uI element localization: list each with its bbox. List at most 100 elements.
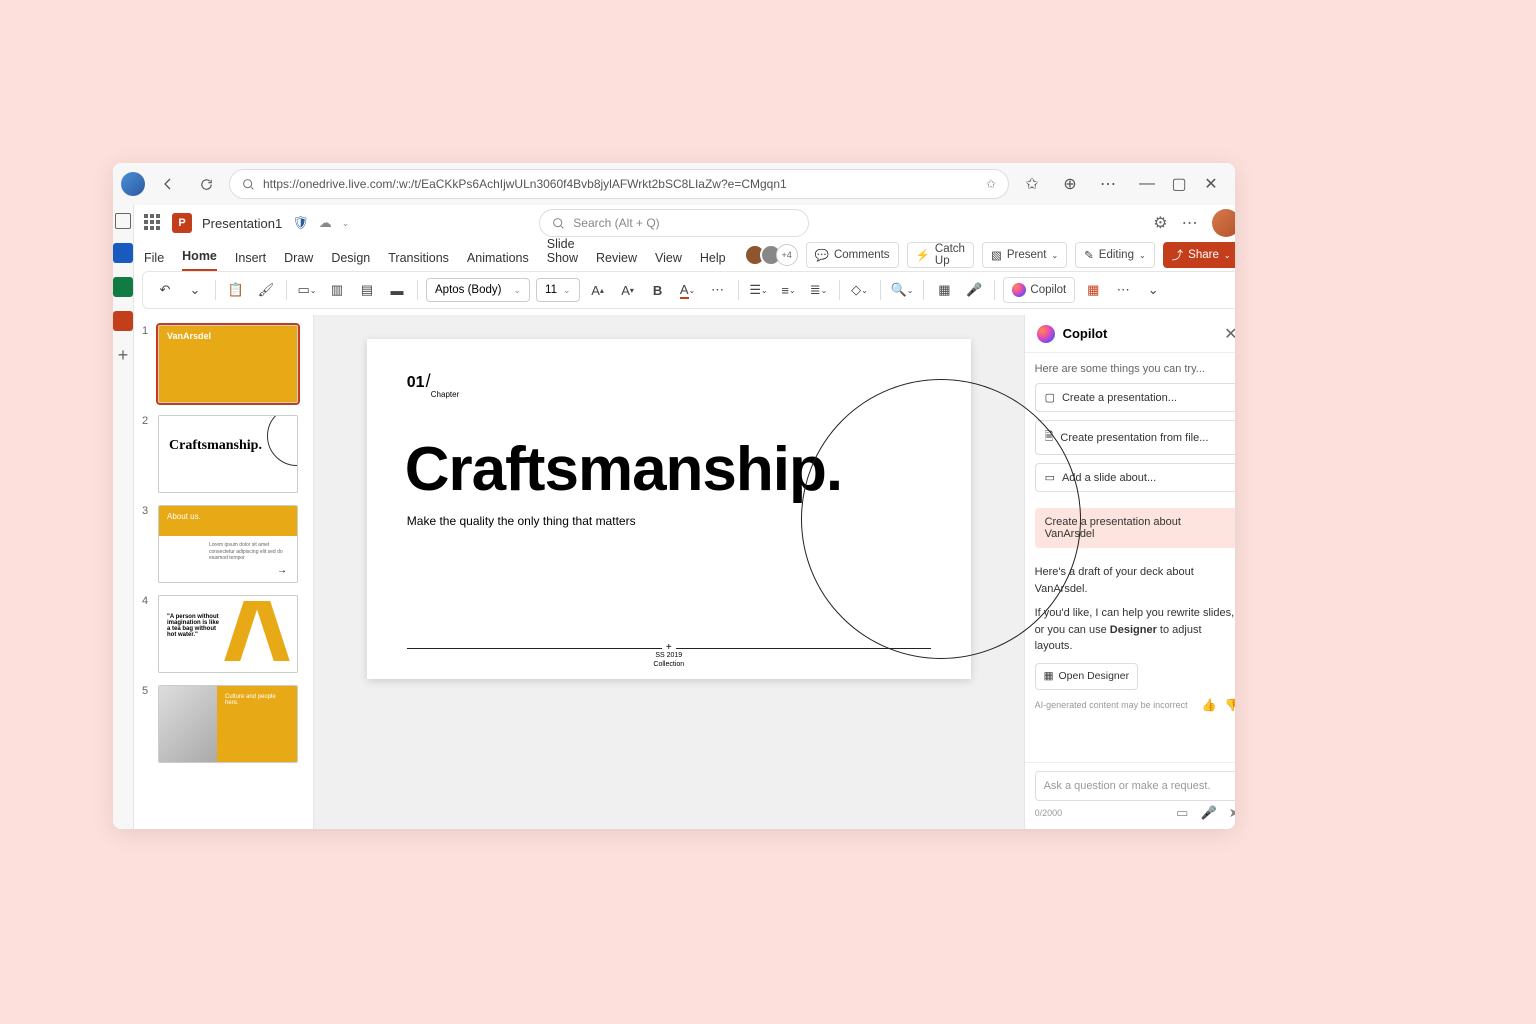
close-button[interactable]: ✕	[1203, 176, 1219, 192]
increase-font-button[interactable]: A▴	[586, 277, 610, 303]
section-button[interactable]: ▬	[385, 277, 409, 303]
copilot-suggestion-from-file[interactable]: 🗎Create presentation from file...	[1035, 420, 1235, 455]
app-rail: +	[113, 205, 134, 829]
copilot-input[interactable]: Ask a question or make a request.	[1035, 771, 1235, 801]
send-icon[interactable]: ➤	[1229, 805, 1235, 821]
tab-home[interactable]: Home	[182, 249, 217, 271]
align-button[interactable]: ≣⌄	[807, 277, 831, 303]
editing-mode-button[interactable]: ✎Editing⌄	[1075, 242, 1155, 268]
document-title[interactable]: Presentation1	[202, 216, 282, 231]
slide-subheadline[interactable]: Make the quality the only thing that mat…	[407, 514, 636, 528]
app-content: P Presentation1 🛡 ☁ ⌄ Search (Alt + Q) ⚙…	[134, 205, 1235, 829]
format-painter-button[interactable]: 🖌	[254, 277, 278, 303]
slide-headline[interactable]: Craftsmanship.	[405, 434, 842, 505]
search-box[interactable]: Search (Alt + Q)	[539, 209, 809, 237]
slide-thumbnail-1[interactable]: 1 VanArsdel	[142, 325, 305, 403]
reset-button[interactable]: ▤	[355, 277, 379, 303]
microphone-icon[interactable]: 🎤	[1200, 805, 1216, 821]
chevron-down-icon: ⌄	[1139, 251, 1146, 260]
back-button[interactable]	[153, 169, 183, 199]
slide-thumbnail-3[interactable]: 3 About us.Lorem ipsum dolor sit amet co…	[142, 505, 305, 583]
toolbar-overflow[interactable]: ⋯	[1111, 277, 1135, 303]
redo-button[interactable]: ⌄	[183, 277, 207, 303]
new-slide-button[interactable]: ▭⌄	[295, 277, 319, 303]
thumbs-down-icon[interactable]: 👎	[1225, 696, 1235, 714]
search-placeholder: Search (Alt + Q)	[573, 216, 659, 230]
tab-help[interactable]: Help	[700, 251, 726, 271]
designer-button[interactable]: ▦	[932, 277, 956, 303]
maximize-button[interactable]: ▢	[1171, 176, 1187, 192]
more-options-icon[interactable]: ⋯	[1182, 213, 1198, 233]
tab-draw[interactable]: Draw	[284, 251, 313, 271]
collapse-ribbon[interactable]: ⌄	[1141, 277, 1165, 303]
reading-mode-icon[interactable]: ✩	[986, 177, 996, 191]
presence-indicator[interactable]: +4	[744, 244, 798, 266]
tab-design[interactable]: Design	[331, 251, 370, 271]
home-toolbar: ↶ ⌄ 📋 🖌 ▭⌄ ▥ ▤ ▬ Aptos (Body)⌄ 11⌄ A▴ A▾…	[142, 271, 1235, 309]
browser-more-icon[interactable]: ⋯	[1093, 169, 1123, 199]
account-avatar[interactable]	[1212, 209, 1235, 237]
font-color-button[interactable]: A⌄	[676, 277, 700, 303]
slide-thumbnail-4[interactable]: 4 "A person without imagination is like …	[142, 595, 305, 673]
address-bar[interactable]: ✩	[229, 169, 1009, 199]
powerpoint-app-icon[interactable]	[113, 311, 133, 331]
tab-transitions[interactable]: Transitions	[388, 251, 449, 271]
font-size-selector[interactable]: 11⌄	[536, 278, 580, 302]
bold-button[interactable]: B	[646, 277, 670, 303]
catchup-button[interactable]: ⚡Catch Up	[907, 242, 974, 268]
add-app-icon[interactable]: +	[113, 345, 133, 365]
share-icon: ⤴	[1172, 247, 1184, 263]
sensitivity-shield-icon[interactable]: 🛡	[292, 215, 309, 231]
browser-profile-avatar[interactable]	[121, 172, 145, 196]
layout-button[interactable]: ▥	[325, 277, 349, 303]
browser-window: ✩ ✩ ⊕ ⋯ — ▢ ✕ + P Presentation1 🛡 ☁	[113, 163, 1235, 829]
grid-view-button[interactable]: ▦	[1081, 277, 1105, 303]
copilot-toolbar-button[interactable]: Copilot	[1003, 277, 1075, 303]
copilot-title: Copilot	[1063, 326, 1217, 341]
undo-button[interactable]: ↶	[153, 277, 177, 303]
presence-overflow[interactable]: +4	[776, 244, 798, 266]
save-status-icon[interactable]: ☁	[319, 215, 332, 231]
present-button[interactable]: ▧Present⌄	[982, 242, 1067, 268]
tab-insert[interactable]: Insert	[235, 251, 266, 271]
numbering-button[interactable]: ≡⌄	[777, 277, 801, 303]
refresh-button[interactable]	[191, 169, 221, 199]
favorites-icon[interactable]: ✩	[1017, 169, 1047, 199]
collections-icon[interactable]: ⊕	[1055, 169, 1085, 199]
tab-view[interactable]: View	[655, 251, 682, 271]
decrease-font-button[interactable]: A▾	[616, 277, 640, 303]
tab-animations[interactable]: Animations	[467, 251, 529, 271]
share-button[interactable]: ⤴Share⌄	[1163, 242, 1235, 268]
settings-icon[interactable]: ⚙	[1153, 213, 1167, 233]
slide-thumbnail-2[interactable]: 2 Craftsmanship.	[142, 415, 305, 493]
minimize-button[interactable]: —	[1139, 176, 1155, 192]
font-family-selector[interactable]: Aptos (Body)⌄	[426, 278, 530, 302]
app-launcher-icon[interactable]	[144, 214, 162, 232]
paste-button[interactable]: 📋	[224, 277, 248, 303]
find-button[interactable]: 🔍⌄	[889, 277, 916, 303]
copilot-suggestion-create[interactable]: ▢Create a presentation...	[1035, 383, 1235, 412]
copilot-intro: Here are some things you can try...	[1035, 363, 1235, 375]
current-slide[interactable]: 01/ Chapter Craftsmanship. Make the qual…	[367, 339, 971, 679]
more-font-options[interactable]: ⋯	[706, 277, 730, 303]
url-input[interactable]	[263, 177, 978, 191]
tab-file[interactable]: File	[144, 251, 164, 271]
word-app-icon[interactable]	[113, 243, 133, 263]
title-dropdown-icon[interactable]: ⌄	[342, 218, 350, 229]
search-icon	[242, 178, 255, 191]
copilot-close-button[interactable]: ✕	[1224, 324, 1235, 344]
dictate-button[interactable]: 🎤	[962, 277, 986, 303]
search-icon	[552, 217, 565, 230]
tab-slideshow[interactable]: Slide Show	[547, 237, 578, 271]
tab-review[interactable]: Review	[596, 251, 637, 271]
shapes-button[interactable]: ◇⌄	[848, 277, 872, 303]
comments-button[interactable]: 💬Comments	[806, 242, 899, 268]
slide-thumbnail-5[interactable]: 5 Culture and people here.	[142, 685, 305, 763]
bullets-button[interactable]: ☰⌄	[747, 277, 771, 303]
tab-actions-icon[interactable]	[115, 213, 131, 229]
slide-canvas-area[interactable]: 01/ Chapter Craftsmanship. Make the qual…	[314, 315, 1024, 829]
open-designer-button[interactable]: ▦Open Designer	[1035, 663, 1139, 691]
card-icon[interactable]: ▭	[1176, 805, 1188, 821]
excel-app-icon[interactable]	[113, 277, 133, 297]
thumbs-up-icon[interactable]: 👍	[1202, 696, 1217, 714]
